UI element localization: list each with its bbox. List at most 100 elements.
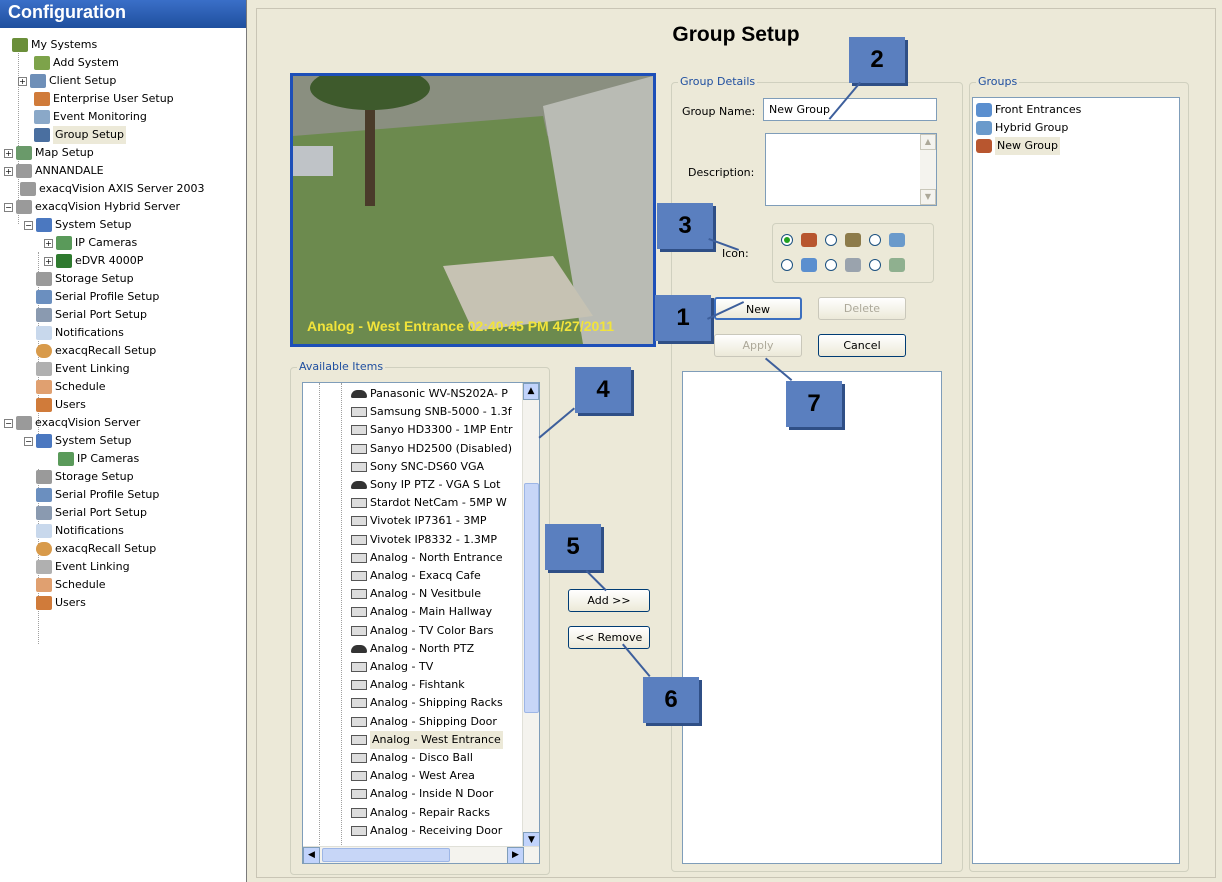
icon-radio-people[interactable] [781, 234, 793, 246]
tree-item-exacqvision-server[interactable]: − exacqVision Server [4, 414, 140, 432]
tree-item-event-monitoring[interactable]: Event Monitoring [34, 108, 147, 126]
icon-radio-building[interactable] [825, 234, 837, 246]
tree-item-enterprise-user-setup[interactable]: Enterprise User Setup [34, 90, 174, 108]
group-item[interactable]: Hybrid Group [976, 119, 1068, 137]
hscroll-thumb[interactable] [322, 848, 450, 862]
scroll-down-icon[interactable]: ▼ [920, 189, 936, 205]
available-item[interactable]: Analog - Repair Racks [351, 804, 490, 822]
available-item[interactable]: Sanyo HD3300 - 1MP Entr [351, 421, 513, 439]
available-item-selected[interactable]: Analog - West Entrance [351, 730, 503, 749]
scroll-up-icon[interactable]: ▲ [920, 134, 936, 150]
available-item[interactable]: Panasonic WV-NS202A- P [351, 385, 508, 403]
tree-item-serial-port-setup-2[interactable]: Serial Port Setup [36, 504, 147, 522]
available-item[interactable]: Sony SNC-DS60 VGA [351, 458, 484, 476]
icon-radio-door[interactable] [781, 259, 793, 271]
tree-item-annandale[interactable]: + ANNANDALE [4, 162, 104, 180]
tree-item-exacqrecall-setup-2[interactable]: exacqRecall Setup [36, 540, 156, 558]
available-item[interactable]: Analog - TV Color Bars [351, 622, 493, 640]
tree-item-hybrid-server[interactable]: − exacqVision Hybrid Server [4, 198, 180, 216]
available-item[interactable]: Analog - West Area [351, 767, 475, 785]
available-items-list[interactable]: Panasonic WV-NS202A- P Samsung SNB-5000 -… [302, 382, 540, 864]
tree-item-exacqrecall-setup[interactable]: exacqRecall Setup [36, 342, 156, 360]
scroll-left-icon[interactable]: ◀ [303, 847, 320, 863]
remove-button[interactable]: << Remove [568, 626, 650, 649]
apply-button[interactable]: Apply [714, 334, 802, 357]
available-item[interactable]: Analog - N Vesitbule [351, 585, 481, 603]
tree-item-my-systems[interactable]: My Systems [12, 36, 97, 54]
cancel-button[interactable]: Cancel [818, 334, 906, 357]
collapse-icon[interactable]: − [24, 436, 33, 446]
scroll-right-icon[interactable]: ▶ [507, 847, 524, 863]
tree-item-event-linking[interactable]: Event Linking [36, 360, 130, 378]
tree-item-storage-setup-2[interactable]: Storage Setup [36, 468, 134, 486]
available-item[interactable]: Vivotek IP7361 - 3MP [351, 512, 486, 530]
available-item[interactable]: Analog - Inside N Door [351, 785, 493, 803]
callout-1: 1 [655, 295, 711, 341]
serial-port-icon [36, 506, 52, 520]
expand-icon[interactable]: + [4, 148, 13, 158]
tree-item-users[interactable]: Users [36, 396, 86, 414]
available-item[interactable]: Analog - Main Hallway [351, 603, 492, 621]
expand-icon[interactable]: + [44, 256, 53, 266]
tree-item-ip-cameras[interactable]: + IP Cameras [44, 234, 137, 252]
door-icon [976, 103, 992, 117]
collapse-icon[interactable]: − [4, 418, 13, 428]
tree-item-axis-server[interactable]: exacqVision AXIS Server 2003 [20, 180, 205, 198]
available-item[interactable]: Sony IP PTZ - VGA S Lot [351, 476, 500, 494]
available-item[interactable]: Sanyo HD2500 (Disabled) [351, 440, 512, 458]
group-item-selected[interactable]: New Group [976, 137, 1060, 155]
tree-item-add-system[interactable]: Add System [34, 54, 119, 72]
available-item[interactable]: Vivotek IP8332 - 1.3MP [351, 531, 497, 549]
scroll-up-icon[interactable]: ▲ [523, 383, 539, 400]
vertical-scrollbar[interactable]: ▲ ▼ [522, 383, 539, 849]
available-item[interactable]: Analog - North Entrance [351, 549, 503, 567]
calendar-icon [36, 380, 52, 394]
available-item[interactable]: Analog - Fishtank [351, 676, 465, 694]
available-item[interactable]: Analog - Shipping Racks [351, 694, 503, 712]
tree-item-schedule-2[interactable]: Schedule [36, 576, 106, 594]
collapse-icon[interactable]: − [24, 220, 33, 230]
icon-radio-house[interactable] [869, 234, 881, 246]
delete-button[interactable]: Delete [818, 297, 906, 320]
icon-radio-garage[interactable] [825, 259, 837, 271]
available-item[interactable]: Samsung SNB-5000 - 1.3f [351, 403, 512, 421]
tree-item-client-setup[interactable]: + Client Setup [18, 72, 116, 90]
tree-item-system-setup-2[interactable]: − System Setup [24, 432, 132, 450]
available-item[interactable]: Analog - Shipping Door [351, 713, 497, 731]
description-textarea[interactable]: ▲ ▼ [765, 133, 937, 206]
scroll-thumb[interactable] [524, 483, 539, 713]
group-members-list[interactable] [682, 371, 942, 864]
horizontal-scrollbar[interactable]: ◀ ▶ [303, 846, 539, 863]
expand-icon[interactable]: + [44, 238, 53, 248]
available-item[interactable]: Analog - Disco Ball [351, 749, 473, 767]
tree-item-schedule[interactable]: Schedule [36, 378, 106, 396]
collapse-icon[interactable]: − [4, 202, 13, 212]
group-item[interactable]: Front Entrances [976, 101, 1081, 119]
tree-item-notifications[interactable]: Notifications [36, 324, 124, 342]
tree-item-group-setup[interactable]: Group Setup [34, 126, 127, 144]
tree-item-edvr[interactable]: + eDVR 4000P [44, 252, 143, 270]
available-item[interactable]: Stardot NetCam - 5MP W [351, 494, 507, 512]
icon-radio-tower[interactable] [869, 259, 881, 271]
available-item[interactable]: Analog - North PTZ [351, 640, 474, 658]
video-overlay-text: Analog - West Entrance 02:40:45 PM 4/27/… [307, 318, 615, 334]
tree-item-serial-port-setup[interactable]: Serial Port Setup [36, 306, 147, 324]
expand-icon[interactable]: + [18, 76, 27, 86]
tree-item-system-setup[interactable]: − System Setup [24, 216, 132, 234]
groups-list[interactable]: Front Entrances Hybrid Group New Group [972, 97, 1180, 864]
tree-item-serial-profile-setup-2[interactable]: Serial Profile Setup [36, 486, 159, 504]
group-name-input[interactable]: New Group [763, 98, 937, 121]
tree-item-users-2[interactable]: Users [36, 594, 86, 612]
textarea-scrollbar[interactable]: ▲ ▼ [920, 134, 936, 205]
available-item[interactable]: Analog - TV [351, 658, 433, 676]
tree-item-serial-profile-setup[interactable]: Serial Profile Setup [36, 288, 159, 306]
add-button[interactable]: Add >> [568, 589, 650, 612]
available-item[interactable]: Analog - Receiving Door [351, 822, 502, 840]
tree-item-event-linking-2[interactable]: Event Linking [36, 558, 130, 576]
expand-icon[interactable]: + [4, 166, 13, 176]
tree-item-notifications-2[interactable]: Notifications [36, 522, 124, 540]
tree-item-ip-cameras-2[interactable]: IP Cameras [58, 450, 139, 468]
available-item[interactable]: Analog - Exacq Cafe [351, 567, 481, 585]
tree-item-storage-setup[interactable]: Storage Setup [36, 270, 134, 288]
tree-item-map-setup[interactable]: + Map Setup [4, 144, 94, 162]
